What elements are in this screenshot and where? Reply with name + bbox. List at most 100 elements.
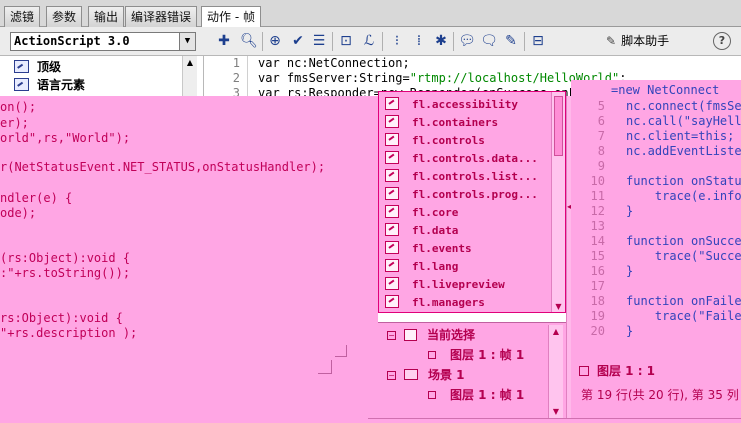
tab-output[interactable]: 输出 bbox=[88, 6, 125, 27]
package-icon bbox=[385, 169, 399, 182]
code-hint-item[interactable]: fl.core bbox=[385, 204, 458, 222]
code-line: function onStatu bbox=[626, 174, 741, 188]
navigator-scrollbar[interactable]: ▲ ▼ bbox=[548, 325, 563, 421]
script-tab[interactable]: 图层 1 : 1 bbox=[579, 362, 655, 379]
find-icon[interactable]: 🔍︎ bbox=[240, 32, 258, 50]
add-statement-icon[interactable]: ✚ bbox=[215, 32, 233, 50]
code-hint-label: fl.controls.prog... bbox=[412, 188, 538, 201]
expand-all-icon[interactable]: ✱ bbox=[432, 32, 450, 50]
package-icon bbox=[385, 295, 399, 308]
scroll-down-icon[interactable]: ▼ bbox=[552, 302, 565, 311]
package-icon bbox=[385, 205, 399, 218]
code-hint-scrollbar[interactable]: ▼ bbox=[551, 92, 565, 312]
scroll-up-icon[interactable]: ▲ bbox=[183, 56, 197, 70]
resize-handle[interactable] bbox=[318, 360, 332, 374]
navigator-label: 场景 1 bbox=[428, 368, 465, 382]
line-number: 11 bbox=[590, 189, 605, 203]
code-hint-item[interactable]: fl.livepreview bbox=[385, 276, 505, 294]
remove-comment-icon[interactable]: ✎ bbox=[502, 32, 520, 50]
tab-compiler-errors[interactable]: 编译器错误 bbox=[125, 6, 198, 27]
code-line: var nc:NetConnection; bbox=[258, 56, 410, 70]
collapse-selection-icon[interactable]: ⁞ bbox=[410, 32, 428, 50]
pin-icon[interactable] bbox=[579, 366, 589, 376]
line-number: 15 bbox=[590, 249, 605, 263]
line-number: 7 bbox=[597, 129, 605, 143]
apply-line-comment-icon[interactable]: 🗨︎ bbox=[480, 32, 498, 50]
code-hint-popup[interactable]: fl.accessibility fl.containers fl.contro… bbox=[378, 91, 566, 313]
book-icon bbox=[14, 78, 29, 91]
panel-tab-bar: 滤镜 参数 输出 编译器错误 动作 - 帧 bbox=[0, 0, 741, 28]
package-icon bbox=[385, 97, 399, 110]
help-icon[interactable]: ? bbox=[713, 32, 731, 50]
toolbox-item-top-level[interactable]: 顶级 bbox=[14, 58, 61, 76]
code-hint-item[interactable]: fl.controls.data... bbox=[385, 150, 538, 168]
tab-filters[interactable]: 滤镜 bbox=[4, 6, 41, 27]
debug-options-icon[interactable]: ℒ bbox=[360, 32, 378, 50]
code-line: ndler(e) { bbox=[0, 191, 73, 205]
package-icon bbox=[385, 133, 399, 146]
chevron-down-icon[interactable]: ▼ bbox=[179, 33, 195, 50]
scroll-down-icon[interactable]: ▼ bbox=[549, 405, 563, 419]
code-hint-label: fl.accessibility bbox=[412, 98, 518, 111]
line-number: 18 bbox=[590, 294, 605, 308]
navigator-item-current-selection[interactable]: 当前选择 bbox=[404, 326, 475, 344]
code-hint-icon[interactable]: ⊡ bbox=[337, 32, 355, 50]
tab-actions-frame[interactable]: 动作 - 帧 bbox=[201, 6, 261, 28]
code-hint-item[interactable]: fl.controls.list... bbox=[385, 168, 538, 186]
code-hint-item[interactable]: fl.accessibility bbox=[385, 96, 518, 114]
code-line: "+rs.description ); bbox=[0, 326, 138, 340]
line-number: 9 bbox=[597, 159, 605, 173]
code-hint-item[interactable]: fl.events bbox=[385, 240, 472, 258]
navigator-item-frame[interactable]: 图层 1 : 帧 1 bbox=[428, 346, 524, 364]
collapse-icon[interactable]: − bbox=[387, 331, 396, 340]
actions-toolbar: ActionScript 3.0 ▼ ✚ 🔍︎ ⊕ ✔ ☰ ⊡ ℒ ⁝ ⁞ ✱ … bbox=[0, 27, 741, 56]
toolbox-item-language-elements[interactable]: 语言元素 bbox=[14, 76, 85, 94]
actions-toolbox: 顶级 语言元素 ▲ bbox=[0, 56, 204, 96]
code-line: function onSucce bbox=[626, 234, 741, 248]
code-hint-item[interactable]: fl.data bbox=[385, 222, 458, 240]
code-hint-label: fl.events bbox=[412, 242, 472, 255]
scroll-up-icon[interactable]: ▲ bbox=[549, 325, 563, 339]
code-hint-item[interactable]: fl.controls.prog... bbox=[385, 186, 538, 204]
code-line: nc.addEventListe bbox=[626, 144, 741, 158]
frame-icon bbox=[428, 391, 436, 399]
show-hide-toolbox-icon[interactable]: ⊟ bbox=[529, 32, 547, 50]
bottom-edge-highlight bbox=[368, 418, 741, 423]
package-icon bbox=[385, 259, 399, 272]
navigator-item-scene[interactable]: 场景 1 bbox=[404, 366, 465, 384]
line-number: 10 bbox=[590, 174, 605, 188]
code-hint-item[interactable]: fl.containers bbox=[385, 114, 498, 132]
auto-format-icon[interactable]: ☰ bbox=[310, 32, 328, 50]
frame-icon bbox=[428, 351, 436, 359]
collapse-icon[interactable]: − bbox=[387, 371, 396, 380]
line-number: 5 bbox=[597, 99, 605, 113]
line-number: 13 bbox=[590, 219, 605, 233]
resize-handle[interactable] bbox=[335, 345, 347, 357]
line-number: 19 bbox=[590, 309, 605, 323]
line-number: 20 bbox=[590, 324, 605, 338]
package-icon bbox=[385, 223, 399, 236]
toolbar-divider bbox=[332, 32, 333, 51]
code-line: rs:Object):void { bbox=[0, 311, 123, 325]
magic-wand-icon: ✎ bbox=[606, 34, 617, 48]
scrollbar-thumb[interactable] bbox=[554, 96, 563, 156]
toolbox-scrollbar[interactable]: ▲ bbox=[182, 56, 197, 96]
scene-icon bbox=[404, 369, 418, 380]
apply-block-comment-icon[interactable]: 💬︎ bbox=[458, 32, 476, 50]
check-syntax-icon[interactable]: ✔ bbox=[289, 32, 307, 50]
code-line: er); bbox=[0, 116, 29, 130]
script-assistant-button[interactable]: ✎ 脚本助手 bbox=[606, 31, 669, 51]
code-hint-item[interactable]: fl.lang bbox=[385, 258, 458, 276]
collapse-braces-icon[interactable]: ⁝ bbox=[388, 32, 406, 50]
code-line: trace("Succes bbox=[626, 249, 741, 263]
script-assistant-label: 脚本助手 bbox=[621, 34, 670, 48]
navigator-item-scene-frame[interactable]: 图层 1 : 帧 1 bbox=[428, 386, 524, 404]
language-select[interactable]: ActionScript 3.0 ▼ bbox=[10, 32, 196, 51]
navigator-label: 当前选择 bbox=[427, 328, 476, 342]
code-hint-label: fl.data bbox=[412, 224, 459, 237]
code-hint-item[interactable]: fl.controls bbox=[385, 132, 485, 150]
target-icon[interactable]: ⊕ bbox=[266, 32, 284, 50]
code-line: } bbox=[626, 324, 634, 338]
code-hint-item[interactable]: fl.managers bbox=[385, 294, 485, 312]
tab-parameters[interactable]: 参数 bbox=[46, 6, 83, 27]
